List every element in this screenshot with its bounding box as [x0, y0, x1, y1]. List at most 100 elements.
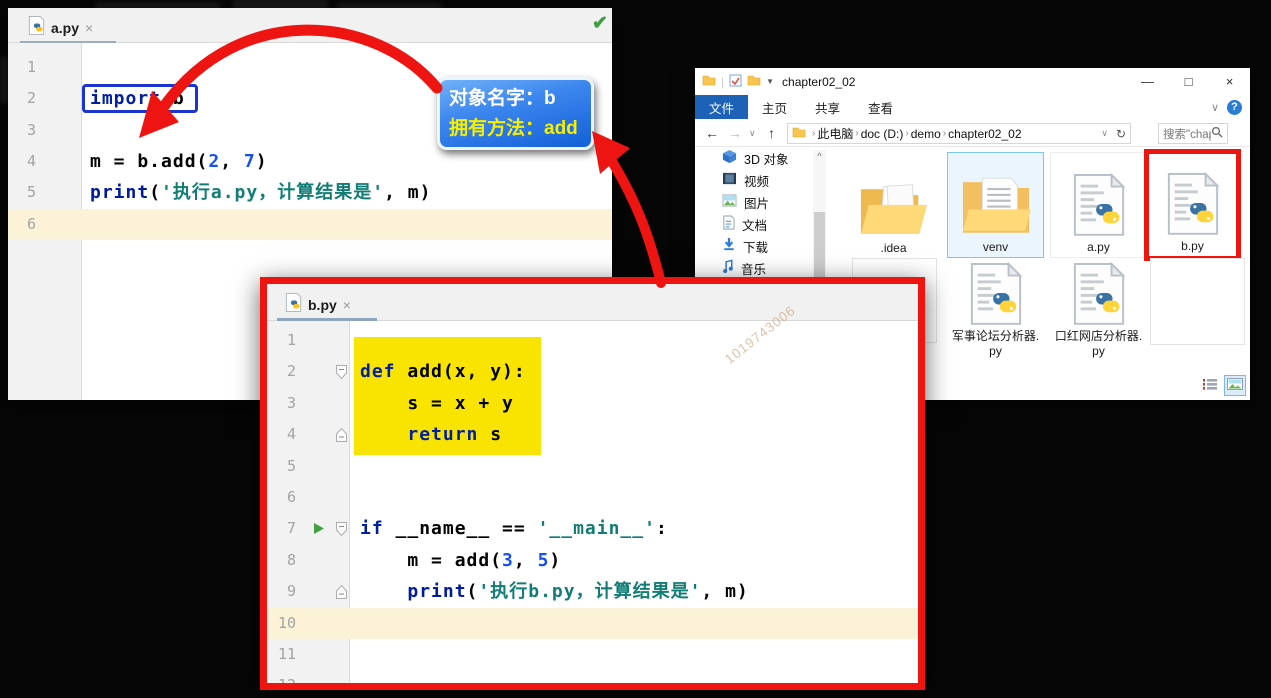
sidebar-item-doc[interactable]: 文档	[722, 214, 767, 234]
close-tab-icon[interactable]: ×	[343, 297, 351, 313]
code-line: print('执行b.py，计算结果是', m)	[407, 581, 749, 603]
line-number: 11	[277, 645, 296, 663]
recent-locations-icon[interactable]: ∨	[749, 119, 756, 147]
checkbox-icon	[729, 74, 742, 90]
line-number: 8	[286, 550, 296, 569]
breadcrumb-item[interactable]: 此电脑	[817, 125, 853, 142]
annotation-tooltip: 对象名字：b 拥有方法：add	[437, 77, 594, 150]
line-number: 5	[286, 456, 296, 475]
menu-tab-查看[interactable]: 查看	[854, 98, 907, 117]
file-item-b.py[interactable]: b.py	[1144, 149, 1241, 261]
address-dropdown-icon[interactable]: ∨	[1101, 128, 1108, 139]
file-name: b.py	[1181, 239, 1204, 253]
tab-label: b.py	[308, 297, 337, 313]
breadcrumb-item[interactable]: doc (D:)	[861, 127, 904, 141]
breadcrumb-item[interactable]: chapter02_02	[948, 127, 1021, 141]
code-line: if __name__ == '__main__':	[360, 518, 668, 540]
code-line: m = b.add(2, 7)	[90, 150, 268, 172]
minimize-button[interactable]: —	[1127, 68, 1168, 95]
python-file-icon	[1165, 171, 1221, 239]
chevron-down-icon[interactable]: ▼	[766, 77, 774, 86]
refresh-icon[interactable]: ↻	[1116, 127, 1126, 141]
fold-marker-icon[interactable]	[336, 522, 347, 541]
file-item-venv[interactable]: venv	[947, 152, 1044, 258]
sidebar-item-video[interactable]: 视频	[722, 170, 769, 190]
line-number: 1	[26, 58, 36, 76]
menu-file[interactable]: 文件	[695, 95, 749, 119]
fold-marker-icon[interactable]	[336, 427, 347, 447]
folder-icon	[961, 174, 1031, 240]
line-number: 6	[26, 214, 36, 233]
back-icon[interactable]: ←	[705, 119, 719, 147]
bpy-editor-body[interactable]: 1 2 def add(x, y): 3 s = x + y4 return s567…	[267, 321, 918, 683]
scrollbar-thumb[interactable]	[814, 212, 825, 280]
file-item-.idea[interactable]: .idea	[845, 152, 942, 258]
code-line: s = x + y	[360, 392, 514, 414]
menu-tab-共享[interactable]: 共享	[801, 98, 854, 117]
bpy-editor-window: b.py × 1 2 def add(x, y): 3 s = x + y4 retu…	[260, 277, 925, 690]
file-item-军事论坛分析器.py[interactable]: 军事论坛分析器. py	[947, 261, 1044, 359]
python-file-icon	[968, 261, 1024, 329]
current-line-highlight	[8, 208, 612, 240]
sidebar-item-download[interactable]: 下载	[722, 236, 768, 256]
folder-icon	[859, 179, 929, 242]
python-file-icon	[285, 293, 302, 317]
arrow-bpy-to-tooltip	[608, 158, 666, 288]
breadcrumb-item[interactable]: demo	[911, 127, 941, 141]
menu-tab-主页[interactable]: 主页	[748, 98, 801, 117]
breadcrumb-separator: ›	[812, 128, 816, 139]
close-button[interactable]: ×	[1209, 68, 1250, 95]
address-field[interactable]: › 此电脑 › doc (D:) › demo › chapter02_02 ∨ ↻	[787, 123, 1131, 144]
line-number: 4	[26, 151, 36, 170]
sidebar-item-label: 3D 对象	[744, 152, 789, 167]
pictures-icon	[722, 194, 737, 210]
line-number: 1	[286, 331, 296, 349]
sidebar-item-cube[interactable]: 3D 对象	[722, 148, 788, 168]
fold-marker-icon[interactable]	[336, 365, 347, 384]
sidebar-item-label: 视频	[744, 174, 770, 189]
up-icon[interactable]: ↑	[768, 119, 775, 147]
search-box[interactable]: 搜索"chap...	[1158, 123, 1228, 144]
forward-icon[interactable]: →	[728, 119, 742, 147]
close-tab-icon[interactable]: ×	[85, 20, 93, 36]
search-placeholder: 搜索"chap...	[1163, 128, 1211, 141]
file-name: 军事论坛分析器.	[951, 328, 1040, 343]
thumbnails-view-icon[interactable]	[1224, 375, 1246, 396]
folder-icon	[747, 74, 761, 89]
sidebar-item-music[interactable]: 音乐	[722, 258, 766, 278]
help-icon[interactable]: ?	[1227, 99, 1242, 115]
fold-marker-icon[interactable]	[336, 584, 347, 604]
python-file-icon	[1071, 172, 1127, 240]
file-item-a.py[interactable]: a.py	[1050, 152, 1147, 258]
line-number: 7	[286, 519, 296, 538]
folder-icon	[702, 74, 716, 89]
cube-icon	[722, 149, 737, 167]
explorer-titlebar[interactable]: | ▼ chapter02_02 — □ ×	[695, 68, 1250, 95]
tab-bpy[interactable]: b.py ×	[277, 287, 377, 323]
details-view-icon[interactable]	[1200, 376, 1220, 396]
music-icon	[722, 259, 734, 277]
breadcrumb-separator: ›	[905, 128, 909, 139]
folder-icon	[792, 126, 806, 141]
line-number: 4	[286, 425, 296, 444]
tab-apy[interactable]: a.py ×	[20, 11, 116, 45]
code-line: return s	[407, 424, 503, 446]
ribbon-menu: 文件 主页 共享 查看	[695, 95, 1250, 119]
file-item-口红网店分析器.py[interactable]: 口红网店分析器. py	[1050, 261, 1147, 359]
address-bar: ← → ∨ ↑ › 此电脑 › doc (D:) › demo › chapter02_02 …	[695, 119, 1250, 147]
window-title: chapter02_02	[782, 74, 856, 89]
line-number: 5	[26, 183, 36, 202]
line-number: 10	[277, 613, 296, 632]
file-name: venv	[982, 240, 1009, 254]
scroll-up-icon[interactable]: ^	[813, 150, 826, 162]
quick-access-toolbar[interactable]: | ▼	[695, 74, 774, 90]
sidebar-item-pictures[interactable]: 图片	[722, 192, 769, 212]
line-number: 6	[286, 488, 296, 506]
ribbon-collapse-icon[interactable]: ∨	[1211, 101, 1219, 114]
line-number: 2	[286, 362, 296, 381]
breadcrumb-separator: ›	[855, 128, 859, 139]
run-icon[interactable]	[313, 522, 325, 540]
maximize-button[interactable]: □	[1168, 68, 1209, 95]
line-number: 3	[26, 120, 36, 139]
tab-label: a.py	[51, 20, 80, 36]
